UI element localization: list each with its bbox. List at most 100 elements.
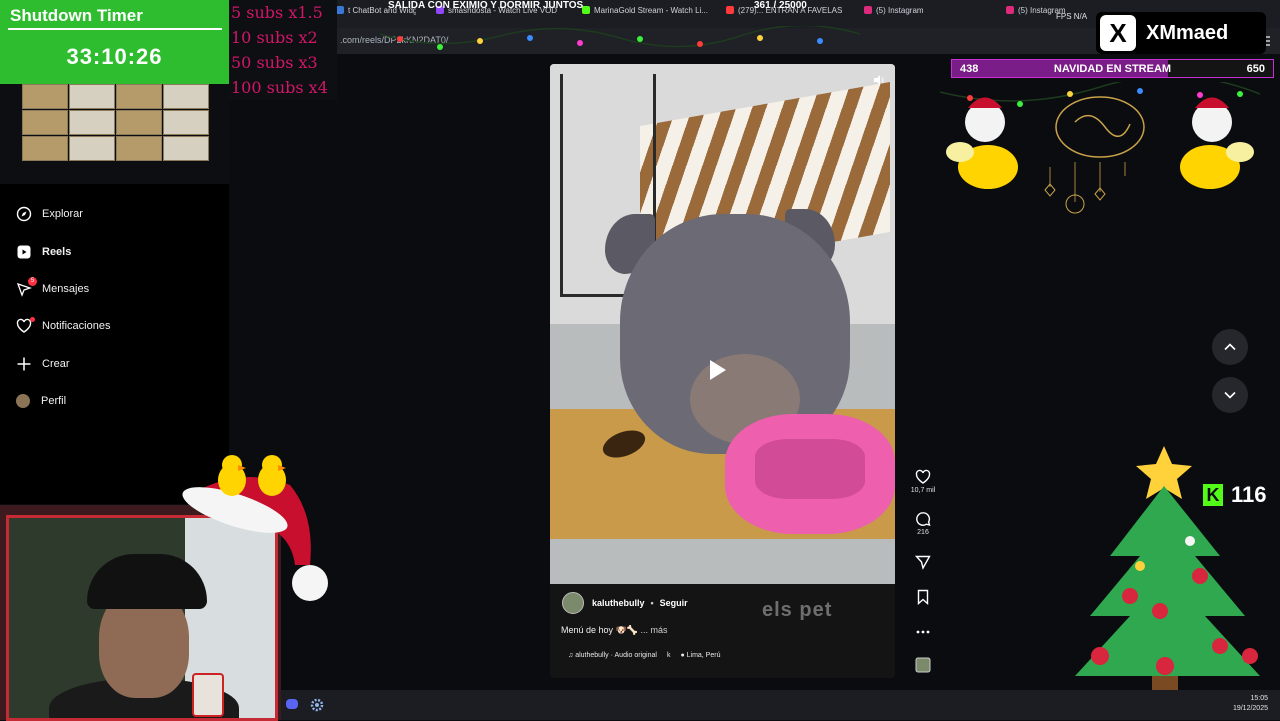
sidebar-item-label: Reels [42, 246, 72, 258]
subs-multiplier-list: 5 subs x1.5 10 subs x2 50 subs x3 100 su… [229, 0, 337, 100]
subs-tier: 100 subs x4 [231, 78, 328, 97]
like-button[interactable]: 10,7 mil [908, 469, 938, 494]
sidebar-item-explorar[interactable]: Explorar [16, 204, 83, 224]
sidebar-item-mensajes[interactable]: 5 Mensajes [16, 277, 90, 299]
tab-favicon-icon [1006, 6, 1014, 14]
more-icon [916, 630, 930, 634]
bookmark-icon [917, 589, 929, 605]
play-icon[interactable] [710, 360, 726, 380]
christmas-tree-icon [1075, 446, 1260, 696]
santa-hat-ducks-icon [182, 455, 328, 601]
chevron-up-icon [1224, 343, 1236, 351]
x-logo-icon: X [1100, 15, 1136, 51]
author-avatar[interactable] [562, 592, 584, 614]
reels-icon [17, 245, 31, 259]
sidebar-item-perfil[interactable]: Perfil [16, 391, 66, 411]
reel-audio-row: ♫ aluthebully · Audio original k ● Lima,… [568, 652, 720, 659]
goal-current: 438 [960, 62, 979, 75]
shutdown-timer-panel: Shutdown Timer 33:10:26 [0, 0, 229, 84]
heart-icon-wrap [16, 317, 35, 334]
thumbnail [116, 110, 162, 135]
tab-favicon-icon [726, 6, 734, 14]
sidebar-item-label: Mensajes [42, 283, 90, 295]
feliz-navidad-decoration-icon [940, 82, 1260, 214]
reel-caption: Menú de hoy 🐶🦴 ... más [561, 625, 667, 636]
browser-tab[interactable]: MarinaGold Stream - Watch Li... [582, 6, 712, 15]
system-clock[interactable]: 15:05 19/12/2025 [1233, 694, 1268, 714]
reel-player[interactable]: els pet kaluthebully • Seguir Menú de ho… [550, 64, 895, 678]
sidebar-item-notificaciones[interactable]: Notificaciones [16, 316, 110, 336]
christmas-lights-icon [380, 26, 860, 50]
comment-icon [916, 512, 931, 526]
follow-button[interactable]: Seguir [660, 598, 688, 608]
goal-target: 650 [1246, 62, 1265, 75]
timer-title: Shutdown Timer [10, 6, 143, 25]
location-link[interactable]: ● Lima, Perú [680, 652, 720, 659]
audio-thumbnail[interactable] [908, 657, 938, 675]
stream-headline: SALIDA CON EXIMIO Y DORMIR JUNTOS [388, 0, 584, 11]
subs-tier: 5 subs x1.5 [231, 3, 323, 22]
author-name[interactable]: kaluthebully [592, 598, 645, 608]
next-reel-button[interactable] [1212, 377, 1248, 413]
video-watermark: els pet [762, 599, 833, 621]
x-handle: XMmaed [1146, 21, 1229, 44]
sidebar-item-label: Perfil [41, 395, 67, 407]
thumbnail [69, 110, 115, 135]
clock-time: 15:05 [1250, 695, 1268, 702]
separator-dot: • [650, 598, 654, 608]
tab-favicon-icon [864, 6, 872, 14]
thumbnail-strip [0, 84, 229, 184]
previous-reel-button[interactable] [1212, 329, 1248, 365]
save-button[interactable] [908, 589, 938, 607]
caption-more-link[interactable]: ... más [640, 625, 667, 635]
thumbnail [163, 136, 209, 161]
send-icon [915, 555, 931, 570]
thumbnail [163, 84, 209, 109]
timer-value: 33:10:26 [66, 44, 163, 69]
settings-gear-icon[interactable] [309, 697, 325, 713]
windows-taskbar: 15:05 19/12/2025 [281, 690, 1280, 720]
goal-progress-bar: 438 NAVIDAD EN STREAM 650 [951, 59, 1274, 78]
location-label: Lima, Perú [686, 652, 721, 659]
thumbnail [22, 84, 68, 109]
sidebar-item-crear[interactable]: Crear [16, 354, 70, 374]
thumbnail [116, 84, 162, 109]
timer-divider [8, 28, 222, 30]
audio-link[interactable]: ♫ aluthebully · Audio original [568, 652, 657, 659]
stream-counter: 361 / 25000 [754, 0, 807, 11]
thumbnail [163, 110, 209, 135]
avatar-icon [16, 394, 30, 408]
reel-video-frame[interactable] [550, 64, 895, 584]
compass-icon [16, 206, 32, 222]
audio-cover-icon [915, 657, 931, 673]
message-count-badge: 5 [28, 277, 37, 286]
status-readout: FPS N/A [1056, 12, 1088, 21]
goal-label: NAVIDAD EN STREAM [1053, 62, 1172, 75]
audio-extra: k [666, 652, 671, 659]
thumbnail [116, 136, 162, 161]
sidebar-item-label: Crear [42, 358, 70, 370]
thumbnail [22, 136, 68, 161]
sidebar-item-reels[interactable]: Reels [16, 242, 71, 262]
plus-icon [17, 357, 31, 371]
speaker-icon[interactable] [873, 74, 885, 86]
subs-tier: 10 subs x2 [231, 28, 318, 47]
comment-button[interactable]: 216 [908, 511, 938, 536]
thumbnail [22, 110, 68, 135]
subs-tier: 50 subs x3 [231, 53, 318, 72]
like-count: 10,7 mil [910, 487, 936, 494]
discord-icon[interactable] [285, 697, 299, 711]
thumbnail [69, 84, 115, 109]
comment-count: 216 [917, 529, 929, 536]
heart-outline-icon [915, 469, 931, 484]
more-options-button[interactable] [908, 624, 938, 642]
x-handle-badge: X XMmaed [1096, 12, 1266, 54]
messenger-icon-wrap: 5 [16, 277, 37, 297]
share-button[interactable] [908, 554, 938, 572]
audio-label: aluthebully · Audio original [575, 652, 657, 659]
chevron-down-icon [1224, 391, 1236, 399]
browser-tab[interactable]: (5) Instagram [864, 6, 974, 15]
cup [192, 673, 224, 717]
pink-slow-feeder [725, 414, 895, 534]
reel-author: kaluthebully • Seguir [562, 592, 688, 614]
